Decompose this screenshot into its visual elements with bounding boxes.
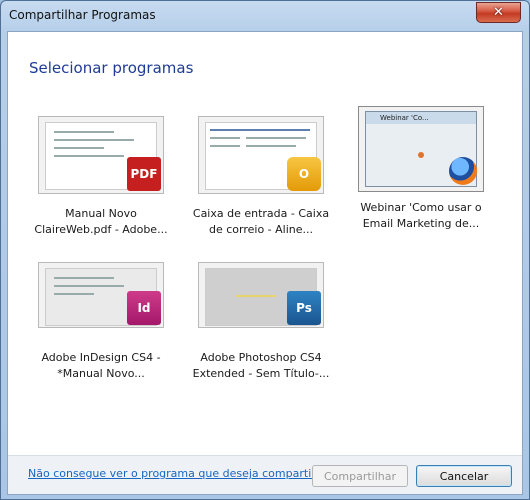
program-thumbnail: Ps <box>198 262 324 328</box>
program-thumbnail: Id <box>38 262 164 328</box>
title-bar[interactable]: Compartilhar Programas ✕ <box>1 1 529 31</box>
program-thumbnail: PDF <box>38 116 164 194</box>
firefox-icon <box>449 157 477 185</box>
program-label: Manual Novo ClaireWeb.pdf - Adobe... <box>34 207 168 236</box>
close-icon: ✕ <box>493 5 504 20</box>
share-programs-dialog: Compartilhar Programas ✕ Selecionar prog… <box>0 0 530 500</box>
program-tile-indesign[interactable]: Id Adobe InDesign CS4 - *Manual Novo... <box>31 262 171 382</box>
cant-see-program-link[interactable]: Não consegue ver o programa que deseja c… <box>28 467 332 480</box>
program-thumbnail: O <box>198 116 324 194</box>
firefox-small-icon <box>418 152 424 158</box>
cancel-button[interactable]: Cancelar <box>416 465 512 487</box>
program-label: Adobe Photoshop CS4 Extended - Sem Títul… <box>192 351 330 380</box>
mini-window-title: Webinar 'Co... <box>366 112 476 124</box>
share-button[interactable]: Compartilhar <box>312 465 408 487</box>
close-button[interactable]: ✕ <box>476 2 521 23</box>
photoshop-icon: Ps <box>287 291 321 325</box>
program-label: Caixa de entrada - Caixa de correio - Al… <box>192 207 330 236</box>
program-tile-firefox[interactable]: Webinar 'Co... Webinar 'Como usar o Emai… <box>351 106 491 232</box>
program-label: Webinar 'Como usar o Email Marketing de.… <box>360 201 482 230</box>
indesign-icon: Id <box>127 291 161 325</box>
window-title: Compartilhar Programas <box>9 8 156 22</box>
dialog-footer: Não consegue ver o programa que deseja c… <box>8 455 522 494</box>
program-thumbnail: Webinar 'Co... <box>358 106 484 192</box>
outlook-icon: O <box>287 157 321 191</box>
program-tile-photoshop[interactable]: Ps Adobe Photoshop CS4 Extended - Sem Tí… <box>191 262 331 382</box>
dialog-content: Selecionar programas PDF Manual Novo Cla… <box>7 31 523 495</box>
pdf-icon: PDF <box>127 157 161 191</box>
program-tile-pdf[interactable]: PDF Manual Novo ClaireWeb.pdf - Adobe... <box>31 116 171 238</box>
program-label: Adobe InDesign CS4 - *Manual Novo... <box>41 351 161 380</box>
program-tile-outlook[interactable]: O Caixa de entrada - Caixa de correio - … <box>191 116 331 238</box>
page-title: Selecionar programas <box>29 59 194 77</box>
